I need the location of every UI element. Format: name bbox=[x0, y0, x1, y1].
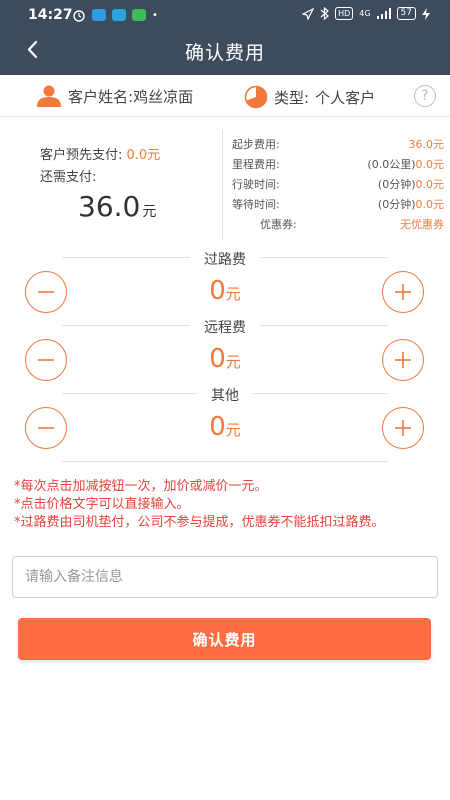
person-icon bbox=[37, 85, 61, 107]
status-right: HD 4G 57 bbox=[302, 7, 430, 20]
detail-label: 里程费用: bbox=[232, 158, 280, 171]
customer-info-row: 客户姓名: 鸡丝凉面 类型: 个人客户 ? bbox=[0, 75, 450, 117]
confirm-fee-button[interactable]: 确认费用 bbox=[18, 618, 431, 660]
plus-icon bbox=[395, 284, 411, 300]
vertical-divider bbox=[222, 130, 223, 240]
detail-value: (0.0公里)0.0元 bbox=[367, 158, 444, 171]
detail-label: 行驶时间: bbox=[232, 178, 280, 191]
divider-line bbox=[62, 461, 388, 462]
notification-icons: • bbox=[72, 8, 158, 22]
long-distance-fee-label: 远程费 bbox=[204, 320, 246, 336]
total-unit: 元 bbox=[142, 204, 157, 220]
help-icon[interactable]: ? bbox=[414, 85, 436, 107]
customer-name-label: 客户姓名: bbox=[68, 87, 134, 106]
page-title: 确认费用 bbox=[184, 42, 265, 64]
status-bar: 14:27 • HD 4G 57 bbox=[0, 0, 450, 30]
prepaid-label: 客户预先支付: bbox=[40, 148, 123, 163]
fee-details: 起步费用: 36.0元 里程费用: (0.0公里)0.0元 行驶时间: (0分钟… bbox=[232, 135, 444, 235]
note-line: *点击价格文字可以直接输入。 bbox=[14, 497, 190, 512]
other-fee-label: 其他 bbox=[211, 388, 239, 404]
customer-type-value: 个人客户 bbox=[315, 88, 376, 107]
customer-type-label: 类型: bbox=[274, 88, 310, 107]
detail-label: 起步费用: bbox=[232, 138, 280, 151]
status-time: 14:27 bbox=[28, 7, 73, 23]
network-type: 4G bbox=[359, 9, 371, 18]
fee-notes: *每次点击加减按钮一次，加价或减价一元。 *点击价格文字可以直接输入。 *过路费… bbox=[14, 478, 436, 532]
bluetooth-icon bbox=[320, 7, 329, 20]
customer-type: 类型: 个人客户 bbox=[244, 85, 375, 109]
toll-fee-label: 过路费 bbox=[204, 252, 246, 268]
customer-name: 客户姓名: 鸡丝凉面 bbox=[36, 85, 193, 107]
detail-value: (0分钟)0.0元 bbox=[377, 198, 444, 211]
payment-summary: 客户预先支付: 0.0元 还需支付: bbox=[40, 146, 160, 188]
detail-label: 优惠券: bbox=[260, 218, 297, 231]
detail-value[interactable]: 无优惠券 bbox=[400, 215, 444, 235]
battery-icon: 57 bbox=[396, 7, 416, 20]
total-amount: 36.0 元 bbox=[78, 190, 156, 223]
telegram-icon bbox=[112, 9, 126, 21]
detail-label: 等待时间: bbox=[232, 198, 280, 211]
location-icon bbox=[302, 7, 315, 20]
message-icon bbox=[132, 9, 146, 21]
detail-row: 等待时间: (0分钟)0.0元 bbox=[232, 195, 444, 215]
customer-name-value: 鸡丝凉面 bbox=[133, 87, 194, 106]
detail-value: (0分钟)0.0元 bbox=[377, 178, 444, 191]
note-line: *每次点击加减按钮一次，加价或减价一元。 bbox=[14, 479, 268, 494]
other-fee-plus-button[interactable] bbox=[382, 407, 424, 449]
note-line: *过路费由司机垫付，公司不参与提成，优惠券不能抵扣过路费。 bbox=[14, 515, 385, 530]
alarm-icon bbox=[73, 10, 85, 22]
plus-icon bbox=[395, 420, 411, 436]
total-value: 36.0 bbox=[78, 190, 141, 223]
detail-row: 起步费用: 36.0元 bbox=[232, 135, 444, 155]
plus-icon bbox=[395, 352, 411, 368]
app-icon bbox=[92, 9, 106, 21]
toll-fee-plus-button[interactable] bbox=[382, 271, 424, 313]
more-dot-icon: • bbox=[152, 9, 158, 21]
header: 14:27 • HD 4G 57 确认费用 bbox=[0, 0, 450, 75]
signal-icon bbox=[376, 8, 391, 19]
long-distance-fee-plus-button[interactable] bbox=[382, 339, 424, 381]
remaining-label: 还需支付: bbox=[40, 170, 97, 185]
detail-value: 36.0元 bbox=[408, 138, 445, 151]
detail-row: 行驶时间: (0分钟)0.0元 bbox=[232, 175, 444, 195]
pie-chart-icon bbox=[244, 85, 268, 109]
prepaid-value: 0.0元 bbox=[126, 148, 161, 163]
detail-row: 里程费用: (0.0公里)0.0元 bbox=[232, 155, 444, 175]
charging-icon bbox=[422, 7, 430, 20]
detail-row: 优惠券: 无优惠券 bbox=[232, 215, 444, 235]
hd-icon: HD bbox=[335, 7, 354, 20]
remark-input[interactable] bbox=[12, 556, 438, 598]
